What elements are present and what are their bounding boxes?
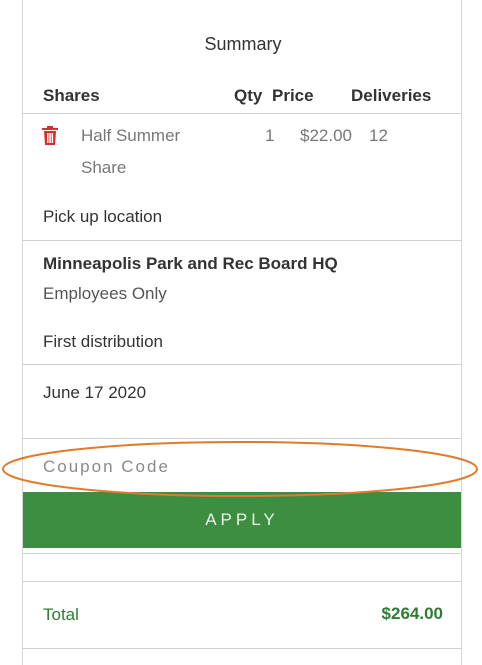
- divider: [23, 113, 461, 114]
- header-price: Price: [272, 86, 314, 105]
- distribution-label: First distribution: [43, 332, 163, 351]
- distribution-date: June 17 2020: [43, 383, 147, 402]
- trash-icon[interactable]: [41, 126, 59, 146]
- summary-title: Summary: [204, 34, 282, 54]
- total-value: $264.00: [381, 604, 443, 623]
- share-qty: 1: [265, 126, 275, 145]
- pickup-location-name: Minneapolis Park and Rec Board HQ: [43, 254, 338, 273]
- divider: [23, 240, 461, 241]
- pickup-label: Pick up location: [43, 207, 163, 226]
- coupon-field-container: [23, 438, 461, 492]
- total-label: Total: [43, 605, 79, 624]
- header-qty: Qty: [234, 86, 263, 105]
- divider: [23, 364, 461, 365]
- share-name-line2: Share: [81, 158, 127, 177]
- coupon-code-input[interactable]: [41, 449, 445, 485]
- header-deliveries: Deliveries: [351, 86, 432, 105]
- share-price: $22.00: [300, 126, 352, 145]
- divider: [23, 553, 461, 554]
- order-summary-panel: Summary Shares Qty Price Deliveries Half…: [22, 0, 462, 665]
- header-shares: Shares: [43, 86, 100, 105]
- apply-button[interactable]: APPLY: [23, 492, 461, 548]
- share-deliveries: 12: [369, 126, 388, 145]
- pickup-location-note: Employees Only: [43, 284, 167, 303]
- divider: [23, 581, 461, 582]
- share-name-line1: Half Summer: [81, 126, 181, 145]
- divider: [23, 648, 461, 649]
